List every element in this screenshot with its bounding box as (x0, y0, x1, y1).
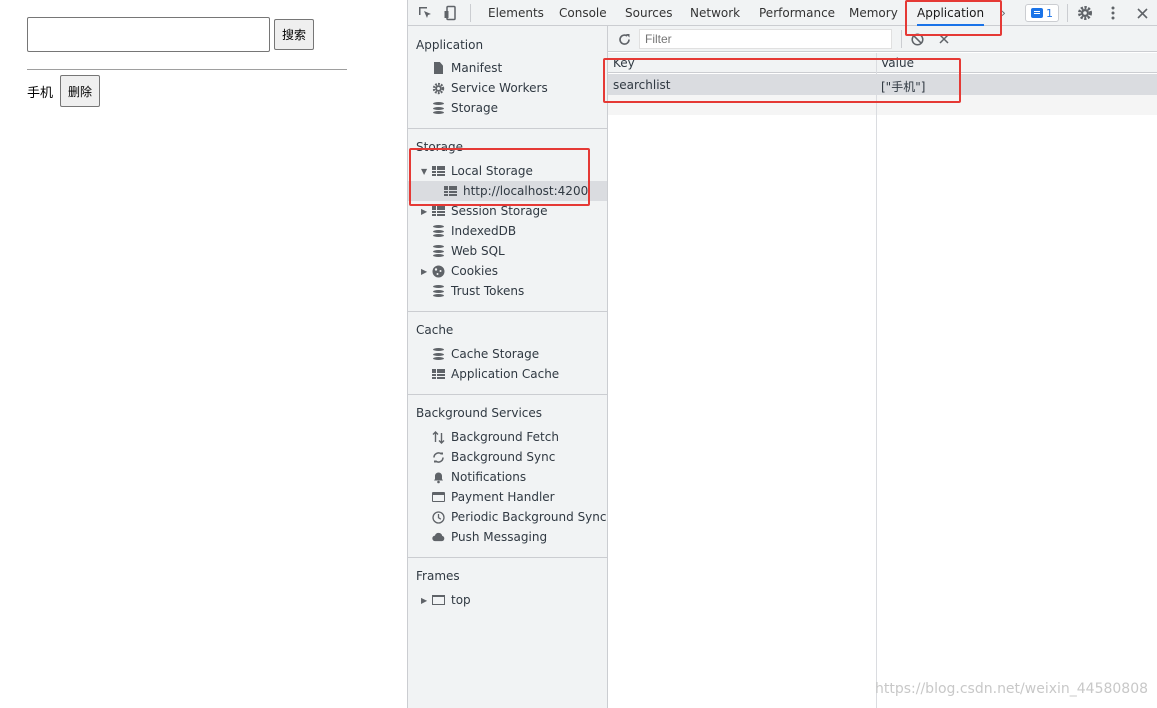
database-icon (432, 102, 445, 115)
search-input[interactable] (27, 17, 270, 52)
column-header-value[interactable]: Value (881, 56, 914, 70)
section-title-application: Application (416, 38, 484, 52)
cell-value: ["手机"] (881, 80, 926, 94)
sidebar-item-manifest[interactable]: Manifest (432, 58, 502, 78)
database-icon (432, 348, 445, 361)
cloud-icon (432, 531, 445, 544)
filter-input[interactable] (639, 29, 892, 49)
issues-badge[interactable]: 1 (1025, 4, 1059, 22)
gear-icon[interactable] (1075, 3, 1095, 23)
sidebar-item-service-workers[interactable]: Service Workers (432, 78, 548, 98)
collapsed-triangle-icon[interactable]: ▶ (421, 596, 427, 605)
sidebar-item-background-fetch[interactable]: Background Fetch (432, 427, 559, 447)
tab-application[interactable]: Application (917, 0, 985, 26)
sidebar-item-web-sql[interactable]: Web SQL (432, 241, 505, 261)
credit-card-icon (432, 491, 445, 504)
empty-table-row (608, 95, 1157, 115)
sidebar-item-session-storage[interactable]: Session Storage (432, 201, 548, 221)
watermark-text: https://blog.csdn.net/weixin_44580808 (875, 681, 1149, 697)
sidebar-item-cache-storage[interactable]: Cache Storage (432, 344, 539, 364)
sidebar-item-background-sync[interactable]: Background Sync (432, 447, 555, 467)
cookie-icon (432, 265, 445, 278)
section-title-frames: Frames (416, 569, 460, 583)
section-title-storage: Storage (416, 140, 463, 154)
database-icon (432, 245, 445, 258)
tab-performance[interactable]: Performance (759, 0, 835, 26)
grid-icon (432, 368, 445, 381)
frame-icon (432, 594, 445, 607)
history-item-text: 手机 (27, 86, 54, 101)
tab-sources[interactable]: Sources (625, 0, 672, 26)
column-divider (876, 53, 877, 708)
section-title-background-services: Background Services (416, 406, 543, 420)
grid-icon (432, 165, 445, 178)
sidebar-item-trust-tokens[interactable]: Trust Tokens (432, 281, 524, 301)
message-icon (1031, 8, 1043, 18)
tab-memory[interactable]: Memory (849, 0, 898, 26)
sidebar-item-application-cache[interactable]: Application Cache (432, 364, 559, 384)
sidebar-item-notifications[interactable]: Notifications (432, 467, 526, 487)
clear-all-icon[interactable] (907, 29, 927, 49)
database-icon (432, 225, 445, 238)
sidebar-item-periodic-background-sync[interactable]: Periodic Background Sync (432, 507, 607, 527)
grid-icon (432, 205, 445, 218)
divider (27, 69, 347, 70)
tab-network[interactable]: Network (690, 0, 740, 26)
bell-icon (432, 471, 445, 484)
file-icon (432, 62, 445, 75)
grid-icon (444, 185, 457, 198)
column-header-key[interactable]: Key (613, 56, 635, 70)
refresh-icon[interactable] (614, 29, 634, 49)
delete-selected-icon[interactable] (934, 29, 954, 49)
sidebar-item-payment-handler[interactable]: Payment Handler (432, 487, 555, 507)
inspect-element-icon[interactable] (415, 3, 435, 23)
sidebar-item-frame-top[interactable]: top (432, 590, 471, 610)
tab-elements[interactable]: Elements (488, 0, 544, 26)
sidebar-item-local-storage[interactable]: Local Storage (432, 161, 533, 181)
kebab-menu-icon[interactable] (1103, 3, 1123, 23)
up-down-arrows-icon (432, 430, 445, 444)
clock-icon (432, 510, 445, 524)
section-title-cache: Cache (416, 323, 454, 337)
expanded-triangle-icon[interactable]: ▼ (421, 167, 427, 176)
close-icon[interactable] (1132, 3, 1152, 23)
sidebar-item-localhost-4200[interactable]: http://localhost:4200 (408, 181, 607, 201)
search-button[interactable]: 搜索 (274, 19, 314, 50)
devtools-toolbar: Elements Console Sources Network Perform… (408, 0, 1157, 26)
sidebar-item-push-messaging[interactable]: Push Messaging (432, 527, 547, 547)
gear-icon (432, 82, 445, 95)
sidebar-item-cookies[interactable]: Cookies (432, 261, 498, 281)
collapsed-triangle-icon[interactable]: ▶ (421, 267, 427, 276)
collapsed-triangle-icon[interactable]: ▶ (421, 207, 427, 216)
sync-icon (432, 451, 445, 464)
table-row[interactable]: searchlist ["手机"] (608, 74, 1157, 95)
table-header: Key Value (608, 53, 1157, 73)
sidebar-item-storage[interactable]: Storage (432, 98, 498, 118)
application-sidebar: Application Manifest Service Workers Sto… (408, 26, 608, 708)
sidebar-item-indexeddb[interactable]: IndexedDB (432, 221, 516, 241)
storage-table-panel: Key Value searchlist ["手机"] (608, 26, 1157, 708)
storage-toolbar (608, 26, 1157, 52)
cell-key: searchlist (613, 78, 671, 92)
database-icon (432, 285, 445, 298)
devtools-panel: Elements Console Sources Network Perform… (407, 0, 1157, 708)
tab-console[interactable]: Console (559, 0, 607, 26)
more-tabs-chevron-icon[interactable]: › (1001, 0, 1006, 26)
delete-button[interactable]: 删除 (60, 75, 100, 107)
device-toggle-icon[interactable] (441, 3, 461, 23)
web-page: 搜索 手机 删除 (0, 0, 407, 708)
